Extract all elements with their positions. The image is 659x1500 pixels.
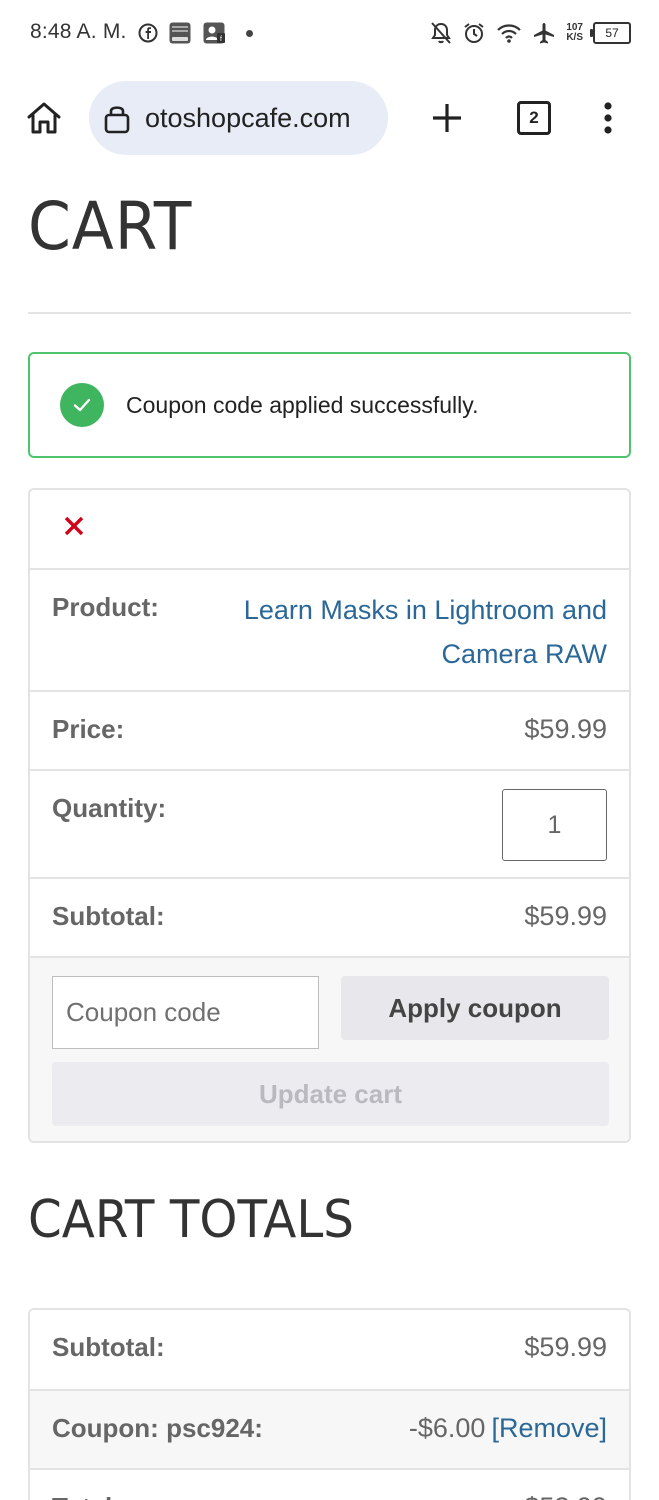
cart-totals-title: CART TOTALS xyxy=(28,1190,354,1250)
cart-table: Product: Learn Masks in Lightroom and Ca… xyxy=(28,488,631,1143)
status-bar: 8:48 A. M. f 107 K/S 57 xyxy=(0,0,659,66)
coupon-label: Coupon: psc924: xyxy=(52,1413,263,1443)
apply-coupon-button[interactable]: Apply coupon xyxy=(341,976,609,1040)
product-label: Product: xyxy=(52,592,159,622)
close-icon xyxy=(64,516,84,536)
page-title: CART xyxy=(28,188,193,265)
tab-count: 2 xyxy=(517,101,551,135)
subtotal-value: $59.99 xyxy=(524,901,607,931)
home-button[interactable] xyxy=(22,96,66,140)
cart-quantity-row: Quantity: 1 xyxy=(30,769,629,877)
check-circle-icon xyxy=(60,383,104,427)
plus-icon xyxy=(433,104,461,132)
total-label: Total: xyxy=(52,1492,121,1500)
status-right-icons: 107 K/S 57 xyxy=(430,18,631,48)
remove-coupon-link[interactable]: [Remove] xyxy=(491,1413,607,1443)
cart-product-row: Product: Learn Masks in Lightroom and Ca… xyxy=(30,568,629,690)
svg-text:f: f xyxy=(220,36,222,43)
cart-price-row: Price: $59.99 xyxy=(30,690,629,769)
lock-icon xyxy=(102,101,132,135)
tab-switcher-button[interactable]: 2 xyxy=(512,96,556,140)
totals-subtotal-value: $59.99 xyxy=(524,1332,607,1362)
status-time: 8:48 A. M. xyxy=(30,20,127,43)
facebook-icon xyxy=(138,23,158,43)
contacts-app-icon: f xyxy=(202,21,226,45)
battery-icon: 57 xyxy=(590,22,631,44)
notifications-off-icon xyxy=(430,21,452,45)
cart-totals-table: Subtotal: $59.99 Coupon: psc924: -$6.00[… xyxy=(28,1308,631,1500)
subtotal-label: Subtotal: xyxy=(52,901,165,931)
new-tab-button[interactable] xyxy=(425,96,469,140)
network-speed: 107 K/S xyxy=(566,23,583,43)
more-vertical-icon xyxy=(604,102,612,134)
battery-level: 57 xyxy=(605,26,619,40)
cart-remove-row xyxy=(30,490,629,568)
address-bar[interactable]: otoshopcafe.com xyxy=(89,81,388,155)
totals-total-row: Total: $53.99 xyxy=(30,1468,629,1500)
quantity-label: Quantity: xyxy=(52,793,167,823)
totals-subtotal-row: Subtotal: $59.99 xyxy=(30,1310,629,1389)
coupon-discount: -$6.00 xyxy=(408,1413,486,1443)
status-left-icons: f xyxy=(138,20,253,46)
home-icon xyxy=(27,102,61,134)
network-speed-unit: K/S xyxy=(566,32,583,43)
airplane-icon xyxy=(532,21,556,45)
notice-message: Coupon code applied successfully. xyxy=(126,391,479,418)
quantity-input[interactable]: 1 xyxy=(502,789,607,861)
cart-subtotal-row: Subtotal: $59.99 xyxy=(30,877,629,956)
wifi-icon xyxy=(496,22,522,44)
notification-dot-icon xyxy=(246,29,253,37)
title-divider xyxy=(28,312,631,314)
update-cart-button[interactable]: Update cart xyxy=(52,1062,609,1126)
success-notice: Coupon code applied successfully. xyxy=(28,352,631,458)
coupon-code-input[interactable]: Coupon code xyxy=(52,976,319,1049)
cart-actions-row: Coupon code Apply coupon Update cart xyxy=(30,956,629,1141)
totals-subtotal-label: Subtotal: xyxy=(52,1332,165,1362)
coupon-value: -$6.00 [Remove] xyxy=(409,1413,607,1444)
total-value: $53.99 xyxy=(524,1492,607,1500)
price-label: Price: xyxy=(52,714,125,744)
browser-toolbar: otoshopcafe.com 2 xyxy=(0,78,659,158)
alarm-icon xyxy=(462,21,486,45)
price-value: $59.99 xyxy=(524,714,607,744)
browser-menu-button[interactable] xyxy=(586,96,630,140)
remove-item-button[interactable] xyxy=(60,512,88,540)
url-text: otoshopcafe.com xyxy=(145,102,351,133)
news-app-icon xyxy=(168,21,192,45)
totals-coupon-row: Coupon: psc924: -$6.00 [Remove] xyxy=(30,1389,629,1468)
product-link[interactable]: Learn Masks in Lightroom and Camera RAW xyxy=(207,588,607,676)
